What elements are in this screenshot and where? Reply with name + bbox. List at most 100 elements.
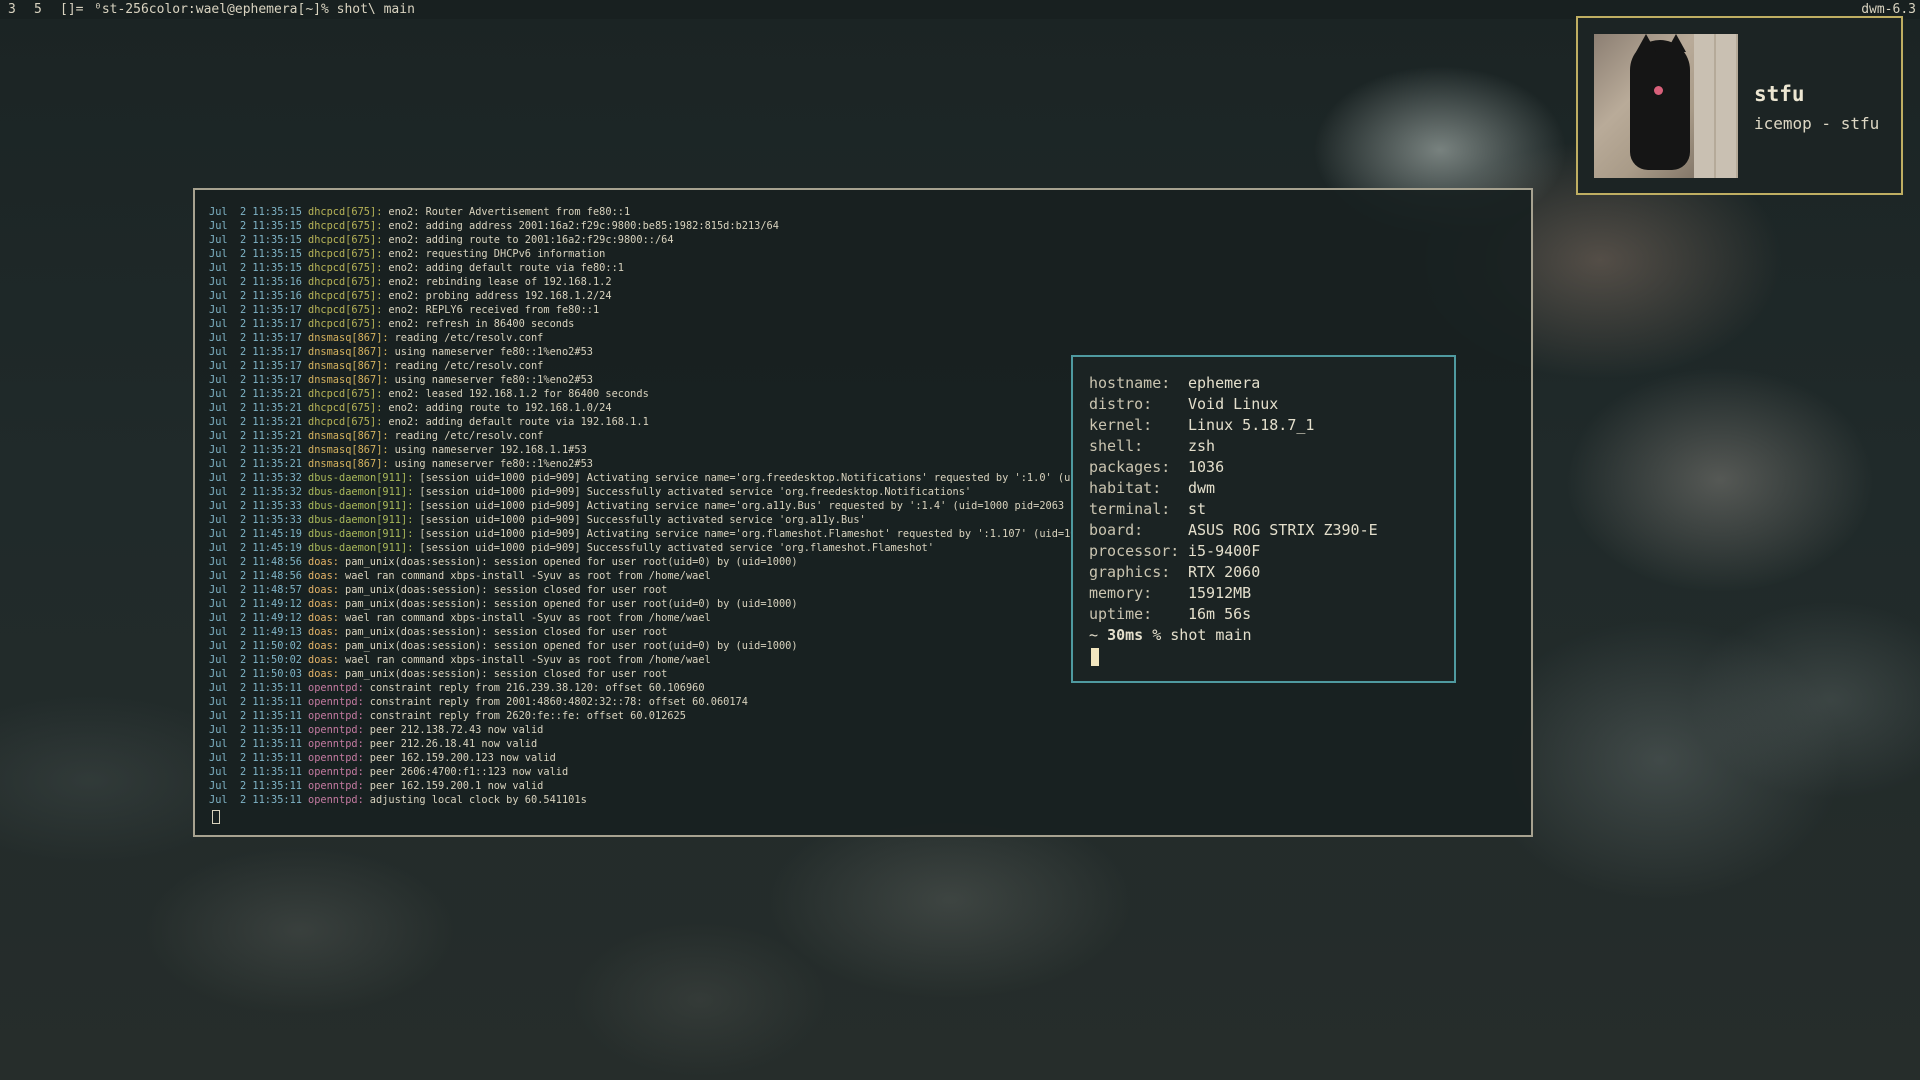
log-line: Jul 2 11:35:15 dhcpcd[675]: eno2: Router A… bbox=[209, 205, 1519, 219]
log-timestamp: Jul 2 11:35:17 bbox=[209, 346, 302, 358]
log-message: pam_unix(doas:session): session opened f… bbox=[345, 598, 798, 610]
log-timestamp: Jul 2 11:35:15 bbox=[209, 262, 302, 274]
prompt-time: 30ms bbox=[1107, 626, 1144, 644]
log-timestamp: Jul 2 11:35:11 bbox=[209, 696, 302, 708]
log-message: wael ran command xbps-install -Syuv as r… bbox=[345, 654, 711, 666]
log-message: eno2: adding route to 192.168.1.0/24 bbox=[388, 402, 612, 414]
layout-symbol[interactable]: []= bbox=[60, 0, 83, 19]
log-message: using nameserver fe80::1%eno2#53 bbox=[394, 374, 593, 386]
log-timestamp: Jul 2 11:35:11 bbox=[209, 710, 302, 722]
fetch-terminal-window[interactable]: hostname: ephemera distro: Void Linux kernel… bbox=[1071, 355, 1456, 683]
log-message: reading /etc/resolv.conf bbox=[394, 360, 544, 372]
info-value: Linux 5.18.7_1 bbox=[1188, 416, 1315, 434]
info-key: habitat: bbox=[1089, 479, 1162, 497]
log-source: doas: bbox=[308, 640, 339, 652]
log-timestamp: Jul 2 11:35:21 bbox=[209, 430, 302, 442]
log-timestamp: Jul 2 11:45:19 bbox=[209, 528, 302, 540]
log-timestamp: Jul 2 11:35:16 bbox=[209, 290, 302, 302]
info-value: zsh bbox=[1188, 437, 1216, 455]
log-timestamp: Jul 2 11:48:56 bbox=[209, 556, 302, 568]
album-art-background bbox=[1694, 34, 1738, 178]
info-key: kernel: bbox=[1089, 416, 1153, 434]
log-message: eno2: Router Advertisement from fe80::1 bbox=[388, 206, 631, 218]
log-timestamp: Jul 2 11:35:11 bbox=[209, 752, 302, 764]
notification-title: stfu bbox=[1754, 82, 1805, 106]
log-message: eno2: requesting DHCPv6 information bbox=[388, 248, 606, 260]
log-source: doas: bbox=[308, 584, 339, 596]
log-timestamp: Jul 2 11:35:15 bbox=[209, 234, 302, 246]
cat-ear-left bbox=[1636, 34, 1656, 52]
info-row: packages: 1036 bbox=[1089, 457, 1378, 478]
log-message: [session uid=1000 pid=909] Successfully … bbox=[419, 486, 972, 498]
log-line: Jul 2 11:35:16 dhcpcd[675]: eno2: probing … bbox=[209, 289, 1519, 303]
log-source: dhcpcd[675]: bbox=[308, 304, 383, 316]
log-timestamp: Jul 2 11:49:12 bbox=[209, 612, 302, 624]
log-source: dbus-daemon[911]: bbox=[308, 542, 414, 554]
log-message: reading /etc/resolv.conf bbox=[394, 332, 544, 344]
info-value: Void Linux bbox=[1188, 395, 1279, 413]
log-line: Jul 2 11:35:11 openntpd: peer 212.138.72.4… bbox=[209, 723, 1519, 737]
log-line: Jul 2 11:35:11 openntpd: peer 212.26.18.41… bbox=[209, 737, 1519, 751]
info-key: distro: bbox=[1089, 395, 1153, 413]
log-source: doas: bbox=[308, 612, 339, 624]
notification-popup[interactable]: stfu icemop - stfu bbox=[1576, 16, 1903, 195]
tag-3[interactable]: 3 bbox=[8, 0, 16, 19]
log-timestamp: Jul 2 11:35:11 bbox=[209, 738, 302, 750]
log-line: Jul 2 11:35:17 dhcpcd[675]: eno2: refresh … bbox=[209, 317, 1519, 331]
log-message: [session uid=1000 pid=909] Activating se… bbox=[419, 500, 1176, 512]
info-key: packages: bbox=[1089, 458, 1171, 476]
prompt-prefix: ~ bbox=[1089, 626, 1108, 644]
log-timestamp: Jul 2 11:50:02 bbox=[209, 654, 302, 666]
log-message: constraint reply from 2620:fe::fe: offse… bbox=[369, 710, 686, 722]
log-message: constraint reply from 2001:4860:4802:32:… bbox=[369, 696, 748, 708]
log-message: pam_unix(doas:session): session closed f… bbox=[345, 626, 668, 638]
log-source: dhcpcd[675]: bbox=[308, 206, 383, 218]
info-row: board: ASUS ROG STRIX Z390-E bbox=[1089, 520, 1378, 541]
log-message: reading /etc/resolv.conf bbox=[394, 430, 544, 442]
log-source: openntpd: bbox=[308, 710, 364, 722]
log-timestamp: Jul 2 11:35:15 bbox=[209, 220, 302, 232]
log-line: Jul 2 11:35:11 openntpd: peer 2606:4700:f1… bbox=[209, 765, 1519, 779]
info-value: 16m 56s bbox=[1188, 605, 1252, 623]
log-timestamp: Jul 2 11:35:16 bbox=[209, 276, 302, 288]
log-message: peer 162.159.200.1 now valid bbox=[369, 780, 544, 792]
info-row: kernel: Linux 5.18.7_1 bbox=[1089, 415, 1378, 436]
log-source: dhcpcd[675]: bbox=[308, 262, 383, 274]
info-value: RTX 2060 bbox=[1188, 563, 1261, 581]
log-line: Jul 2 11:35:11 openntpd: adjusting local c… bbox=[209, 793, 1519, 807]
log-line: Jul 2 11:35:15 dhcpcd[675]: eno2: adding r… bbox=[209, 233, 1519, 247]
log-message: using nameserver fe80::1%eno2#53 bbox=[394, 346, 593, 358]
info-key: terminal: bbox=[1089, 500, 1171, 518]
window-title: ⁰st-256color:wael@ephemera[~]% shot\ mai… bbox=[94, 2, 415, 17]
log-timestamp: Jul 2 11:35:11 bbox=[209, 794, 302, 806]
info-row: distro: Void Linux bbox=[1089, 394, 1378, 415]
log-timestamp: Jul 2 11:48:57 bbox=[209, 584, 302, 596]
log-line: Jul 2 11:35:15 dhcpcd[675]: eno2: adding a… bbox=[209, 219, 1519, 233]
log-timestamp: Jul 2 11:35:17 bbox=[209, 332, 302, 344]
info-key: hostname: bbox=[1089, 374, 1171, 392]
log-source: dbus-daemon[911]: bbox=[308, 486, 414, 498]
log-message: pam_unix(doas:session): session opened f… bbox=[345, 640, 798, 652]
log-source: dnsmasq[867]: bbox=[308, 444, 389, 456]
log-timestamp: Jul 2 11:35:15 bbox=[209, 206, 302, 218]
log-message: wael ran command xbps-install -Syuv as r… bbox=[345, 612, 711, 624]
log-message: eno2: leased 192.168.1.2 for 86400 secon… bbox=[388, 388, 649, 400]
log-source: doas: bbox=[308, 626, 339, 638]
info-key: graphics: bbox=[1089, 563, 1171, 581]
log-source: dhcpcd[675]: bbox=[308, 220, 383, 232]
log-source: dbus-daemon[911]: bbox=[308, 514, 414, 526]
tag-5[interactable]: 5 bbox=[34, 0, 42, 19]
info-row: processor: i5-9400F bbox=[1089, 541, 1378, 562]
log-source: dnsmasq[867]: bbox=[308, 360, 389, 372]
info-key: board: bbox=[1089, 521, 1144, 539]
log-source: openntpd: bbox=[308, 696, 364, 708]
log-timestamp: Jul 2 11:49:12 bbox=[209, 598, 302, 610]
log-source: openntpd: bbox=[308, 794, 364, 806]
log-source: dhcpcd[675]: bbox=[308, 416, 383, 428]
log-source: dbus-daemon[911]: bbox=[308, 528, 414, 540]
log-timestamp: Jul 2 11:35:11 bbox=[209, 724, 302, 736]
log-timestamp: Jul 2 11:35:21 bbox=[209, 416, 302, 428]
log-message: [session uid=1000 pid=909] Successfully … bbox=[419, 542, 934, 554]
info-value: ephemera bbox=[1188, 374, 1261, 392]
log-message: [session uid=1000 pid=909] Successfully … bbox=[419, 514, 866, 526]
